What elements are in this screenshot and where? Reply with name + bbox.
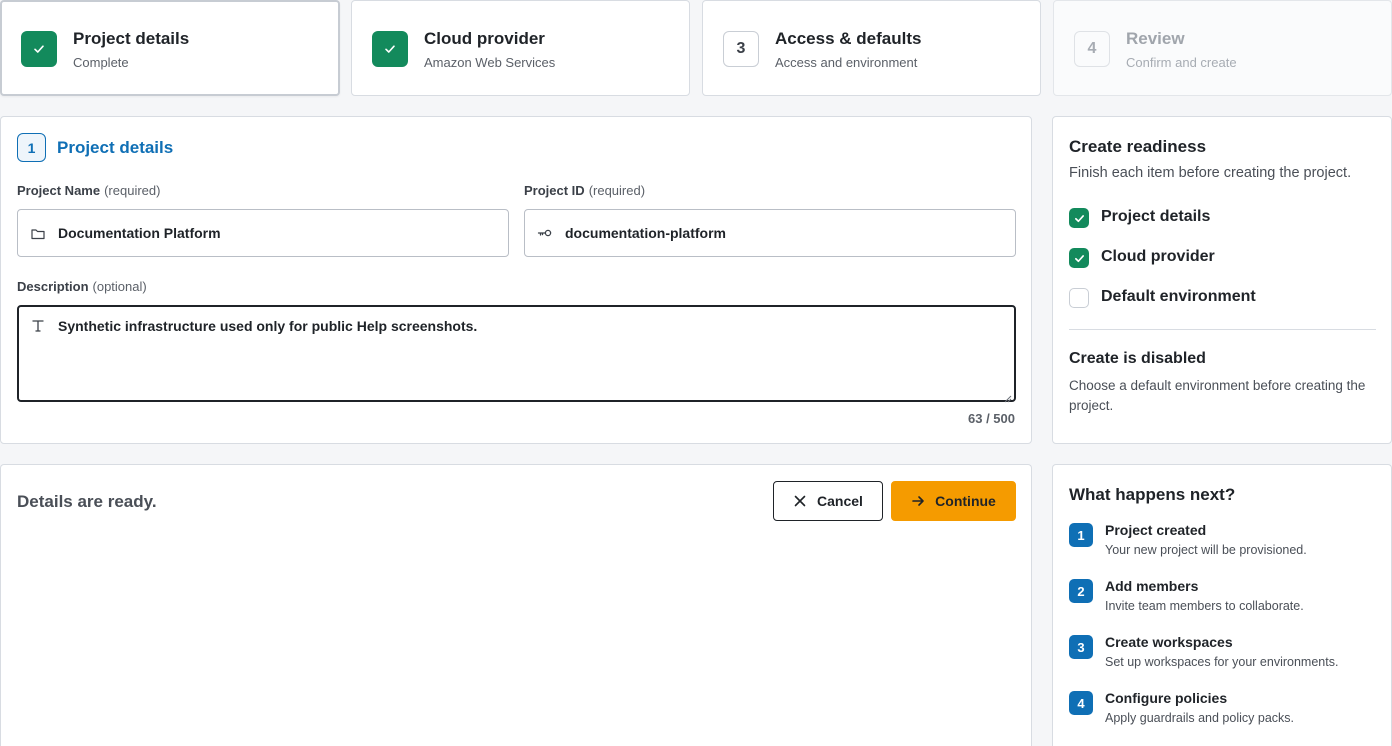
next-step-item: 2 Add members Invite team members to col… [1069,578,1379,623]
readiness-item: Project details [1069,207,1379,229]
next-step-label: Project created [1105,522,1207,538]
readiness-item-label: Default environment [1101,288,1256,305]
next-step-item: 4 Configure policies Apply guardrails an… [1069,690,1379,735]
project-name-label-text: Project Name [17,183,101,198]
project-id-value: documentation-platform [565,225,726,241]
continue-button[interactable]: Continue [891,481,1016,521]
project-name-value: Documentation Platform [58,225,221,241]
next-step-description: Set up workspaces for your environments. [1105,655,1339,669]
step-subtitle: Confirm and create [1126,55,1237,70]
next-step-number: 3 [1069,635,1093,659]
next-step-description: Invite team members to collaborate. [1105,599,1304,613]
step-access-defaults[interactable]: 3 Access & defaults Access and environme… [702,0,1041,96]
key-icon [537,226,553,242]
create-disabled-title: Create is disabled [1069,350,1206,367]
step-subtitle: Complete [73,55,129,70]
project-id-input[interactable]: documentation-platform [524,209,1016,257]
readiness-item-label: Project details [1101,208,1211,225]
status-message: Details are ready. [17,492,157,511]
readiness-item: Default environment [1069,287,1379,309]
description-value: Synthetic infrastructure used only for p… [58,318,478,334]
readiness-title: Create readiness [1069,137,1207,156]
next-step-label: Configure policies [1105,690,1228,706]
step-title: Project details [73,29,190,48]
readiness-item-label: Cloud provider [1101,248,1215,265]
next-step-item: 3 Create workspaces Set up workspaces fo… [1069,634,1379,679]
description-label-text: Description [17,279,89,294]
step-title: Review [1126,29,1185,48]
section-number-badge: 1 [17,133,46,162]
readiness-item: Cloud provider [1069,247,1379,269]
step-review: 4 Review Confirm and create [1053,0,1392,96]
resize-grip-icon[interactable] [1004,390,1012,403]
close-icon [793,494,807,508]
cancel-button-label: Cancel [817,493,863,509]
next-step-number: 4 [1069,691,1093,715]
next-step-label: Create workspaces [1105,634,1233,650]
what-happens-next-panel: What happens next? 1 Project created You… [1052,464,1392,746]
project-id-label-text: Project ID [524,183,585,198]
step-subtitle: Access and environment [775,55,918,70]
next-step-label: Add members [1105,578,1199,594]
cancel-button[interactable]: Cancel [773,481,883,521]
create-disabled-text: Choose a default environment before crea… [1069,378,1366,413]
next-step-description: Your new project will be provisioned. [1105,543,1307,557]
check-icon [372,31,408,67]
step-number: 4 [1074,31,1110,67]
continue-button-label: Continue [935,493,996,509]
step-project-details[interactable]: Project details Complete [0,0,340,96]
project-details-form: 1 Project details Project Name (required)… [0,116,1032,444]
check-icon [1069,248,1089,268]
check-icon [21,31,57,67]
unchecked-circle-icon [1069,288,1089,308]
optional-hint: (optional) [92,279,147,294]
folder-icon [30,226,46,242]
check-icon [1069,208,1089,228]
next-step-number: 2 [1069,579,1093,603]
readiness-subtitle: Finish each item before creating the pro… [1069,165,1352,181]
create-readiness-panel: Create readiness Finish each item before… [1052,116,1392,444]
next-steps-title: What happens next? [1069,485,1236,504]
character-counter: 63 / 500 [968,411,1015,426]
section-title: Project details [57,138,174,157]
step-subtitle: Amazon Web Services [424,55,556,70]
required-hint: (required) [104,183,161,198]
project-name-label: Project Name (required) [17,183,160,198]
step-title: Cloud provider [424,29,545,48]
next-step-number: 1 [1069,523,1093,547]
step-cloud-provider[interactable]: Cloud provider Amazon Web Services [351,0,690,96]
description-label: Description (optional) [17,279,147,294]
project-id-label: Project ID (required) [524,183,645,198]
next-step-description: Apply guardrails and policy packs. [1105,711,1294,725]
next-step-item: 1 Project created Your new project will … [1069,522,1379,567]
step-number: 3 [723,31,759,67]
description-textarea[interactable]: Synthetic infrastructure used only for p… [17,305,1016,403]
project-name-input[interactable]: Documentation Platform [17,209,509,257]
step-title: Access & defaults [775,29,922,48]
text-icon [30,318,46,334]
arrow-right-icon [911,494,925,508]
action-panel: Details are ready. Cancel Continue [0,464,1032,746]
divider [1069,329,1376,330]
required-hint: (required) [588,183,646,198]
